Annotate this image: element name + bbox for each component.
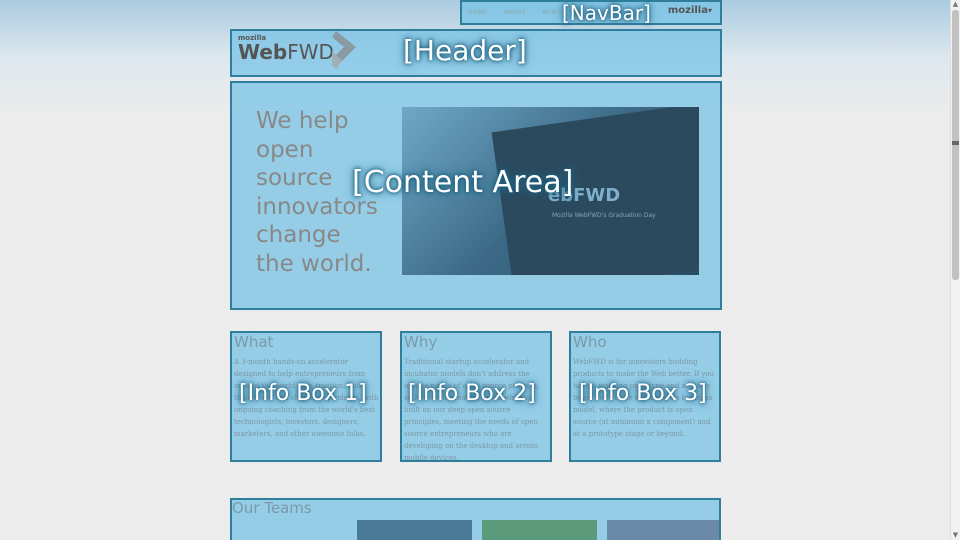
info-box-title: Why [404,333,438,351]
info-box-overlay-label: [Info Box 1] [239,381,367,406]
webfwd-logo[interactable]: mozilla WebFWD [238,34,334,63]
navbar-overlay-label: [NavBar] [562,1,651,25]
mozilla-menu-button[interactable]: mozilla▾ [668,5,712,16]
team-thumbnail[interactable] [357,520,472,540]
team-thumbnail[interactable] [607,520,719,540]
page: HOME ABOUT NEWS mozilla▾ [NavBar] mozill… [0,0,951,540]
chevron-down-icon: ▾ [707,6,712,15]
info-box-title: What [234,333,274,351]
scroll-down-arrow-icon[interactable]: ▼ [951,531,960,540]
hero-subtitle: Mozilla WebFWD's Graduation Day [552,212,656,219]
chevron-arrow-icon [332,31,356,69]
content-area: We help open source innovators change th… [230,81,722,310]
navbar: HOME ABOUT NEWS mozilla▾ [NavBar] [460,0,722,25]
header: mozilla WebFWD [Header] [230,29,722,77]
nav-link-news[interactable]: NEWS [542,9,561,16]
info-box-what: What A 3-month hands-on accelerator desi… [230,331,382,462]
team-thumbnail[interactable] [482,520,597,540]
logo-fwd-text: FWD [287,40,334,64]
teams-title: Our Teams [232,499,312,517]
content-overlay-label: [Content Area] [352,165,574,200]
mozilla-menu-label: mozilla [667,5,708,16]
info-box-overlay-label: [Info Box 3] [579,381,707,406]
scrollbar-marker [952,141,959,145]
header-overlay-label: [Header] [403,34,527,67]
vertical-scrollbar[interactable]: ▲ ▼ [950,0,960,540]
nav-link-home[interactable]: HOME [468,9,487,16]
info-box-why: Why Traditional startup accelerator and … [400,331,552,462]
nav-links: HOME ABOUT NEWS [468,9,575,16]
info-box-title: Who [573,333,607,351]
scroll-up-arrow-icon[interactable]: ▲ [951,0,960,9]
nav-link-about[interactable]: ABOUT [504,9,526,16]
info-box-who: Who WebFWD is for innovators building pr… [569,331,721,462]
teams-section: Our Teams [230,498,721,540]
scrollbar-thumb[interactable] [952,10,959,280]
logo-web-text: Web [238,40,288,64]
info-box-overlay-label: [Info Box 2] [408,381,536,406]
info-box-body: Traditional startup accelerator and incu… [404,358,540,462]
